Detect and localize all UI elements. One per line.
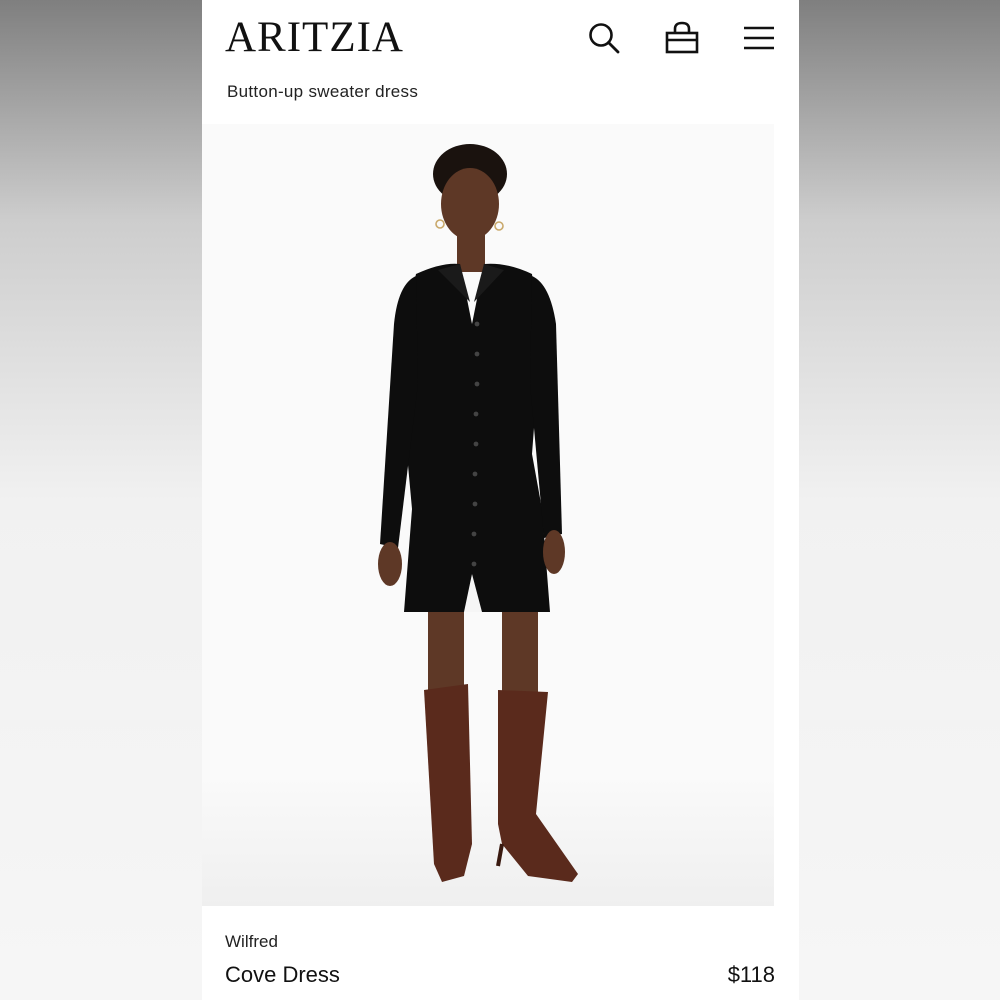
model-illustration [378,144,578,882]
search-icon [589,23,620,54]
shopping-bag-button[interactable] [662,18,702,58]
search-button[interactable] [584,18,624,58]
product-name[interactable]: Cove Dress [225,962,340,988]
left-backdrop [0,0,202,1000]
shopping-bag-icon [665,21,699,54]
top-header: ARITZIA Button-up sweater dress [202,0,799,124]
product-brand[interactable]: Wilfred [225,932,278,952]
menu-button[interactable] [739,18,779,58]
product-info: Wilfred Cove Dress $118 [202,906,799,1000]
product-subtitle: Button-up sweater dress [227,82,419,101]
product-image[interactable] [202,124,799,906]
right-backdrop [799,0,1000,1000]
phone-screen: ARITZIA Button-up sweater dress Wilfred … [202,0,799,1000]
menu-icon [744,26,774,50]
product-price: $118 [727,962,775,987]
brand-logo[interactable]: ARITZIA [225,14,404,62]
